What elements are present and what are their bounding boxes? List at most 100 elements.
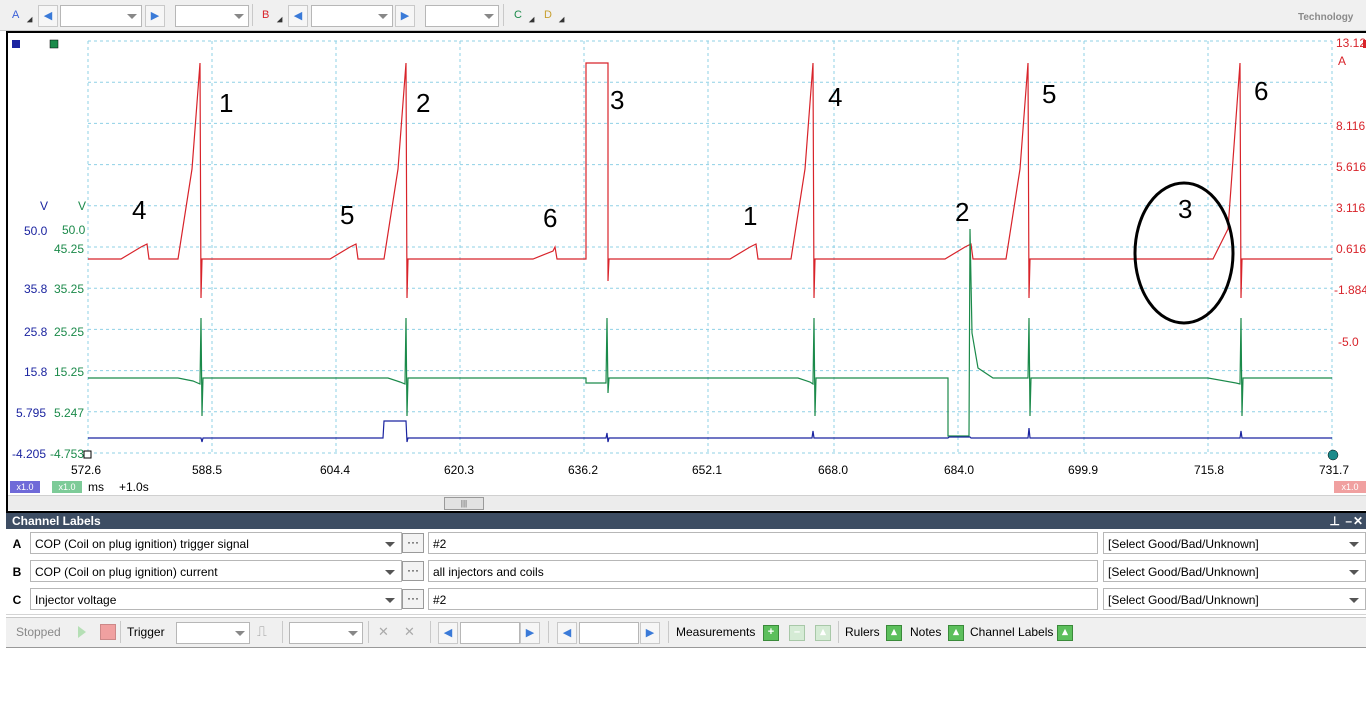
axis-a-tick: 13.12 bbox=[1336, 36, 1366, 50]
channel-a-button[interactable]: A bbox=[8, 4, 36, 26]
more-options-button[interactable]: ··· bbox=[402, 561, 424, 581]
time-tick: 620.3 bbox=[444, 463, 475, 477]
channel-name-select[interactable]: COP (Coil on plug ignition) current bbox=[30, 560, 402, 582]
axis-blue-unit: V bbox=[40, 199, 49, 213]
channel-label-row: A COP (Coil on plug ignition) trigger si… bbox=[6, 530, 1366, 559]
channel-labels-title: Channel Labels bbox=[12, 514, 101, 528]
add-measurement-icon[interactable]: + bbox=[763, 625, 779, 641]
delay-field[interactable] bbox=[579, 622, 639, 644]
trigger-mode-select[interactable] bbox=[176, 622, 250, 644]
channel-name-select[interactable]: Injector voltage bbox=[30, 588, 402, 610]
trigger-edge-icon[interactable]: ⎍ bbox=[257, 623, 267, 640]
axis-green-tick: -4.753 bbox=[50, 447, 85, 461]
firing-label: 1 bbox=[219, 88, 234, 118]
status-select[interactable]: [Select Good/Bad/Unknown] bbox=[1103, 560, 1366, 582]
delay-next-button[interactable]: ▶ bbox=[640, 622, 660, 644]
firing-label: 4 bbox=[828, 82, 843, 112]
rulers-toggle-icon[interactable]: ▴ bbox=[886, 625, 902, 641]
toolbar-separator bbox=[252, 4, 253, 26]
channel-note-field[interactable]: all injectors and coils bbox=[428, 560, 1098, 582]
time-tick: 684.0 bbox=[944, 463, 975, 477]
axis-a-tick: 8.116 bbox=[1336, 119, 1366, 133]
channel-a-coupling-select[interactable] bbox=[175, 5, 249, 27]
axis-a-tick: 3.116 bbox=[1336, 201, 1366, 215]
trigger-marker bbox=[1327, 449, 1339, 461]
channel-b-trace bbox=[88, 228, 1332, 437]
pre-trigger-next-button[interactable]: ▶ bbox=[520, 622, 540, 644]
edit-measurement-icon[interactable]: ▴ bbox=[815, 625, 831, 641]
stop-icon[interactable] bbox=[100, 624, 116, 640]
time-offset: +1.0s bbox=[119, 480, 149, 494]
pre-trigger-prev-button[interactable]: ◀ bbox=[438, 622, 458, 644]
falling-edge-icon[interactable]: ✕ bbox=[404, 624, 415, 640]
axis-green-tick: 15.25 bbox=[54, 365, 85, 379]
measurements-label: Measurements bbox=[676, 625, 756, 639]
channel-c-trace bbox=[88, 420, 1332, 443]
channel-b-zoom-badge[interactable]: x1.0 bbox=[52, 481, 82, 493]
channel-name-value: COP (Coil on plug ignition) current bbox=[35, 565, 218, 579]
channel-a-zoom-badge[interactable]: x1.0 bbox=[1334, 481, 1366, 493]
channel-d-label: D bbox=[544, 9, 552, 21]
minimize-icon[interactable]: – bbox=[1345, 513, 1352, 529]
channel-name-select[interactable]: COP (Coil on plug ignition) trigger sign… bbox=[30, 532, 402, 554]
horizontal-scrollbar[interactable]: ||| bbox=[8, 495, 1366, 510]
axis-blue-tick: 35.8 bbox=[24, 282, 48, 296]
axis-a-tick: 5.616 bbox=[1336, 160, 1366, 174]
trigger-channel-select[interactable] bbox=[289, 622, 363, 644]
axis-blue-tick: 15.8 bbox=[24, 365, 48, 379]
time-tick: 731.7 bbox=[1319, 463, 1350, 477]
rising-edge-icon[interactable]: ✕ bbox=[378, 624, 389, 640]
time-tick: 715.8 bbox=[1194, 463, 1225, 477]
play-icon[interactable] bbox=[78, 626, 86, 638]
pre-trigger-field[interactable] bbox=[460, 622, 520, 644]
toolbar-separator bbox=[668, 621, 669, 643]
channel-b-button[interactable]: B bbox=[258, 4, 286, 26]
origin-marker bbox=[83, 450, 92, 459]
time-tick: 636.2 bbox=[568, 463, 599, 477]
channel-a-prev-button[interactable]: ◀ bbox=[38, 5, 58, 27]
axis-green-tick: 50.0 bbox=[62, 223, 86, 237]
more-options-button[interactable]: ··· bbox=[402, 589, 424, 609]
trigger-label: Trigger bbox=[127, 625, 165, 639]
scope-plot bbox=[12, 39, 1366, 461]
close-icon[interactable]: ✕ bbox=[1353, 513, 1363, 529]
channel-labels-toggle-icon[interactable]: ▴ bbox=[1057, 625, 1073, 641]
channel-d-button[interactable]: D bbox=[540, 4, 568, 26]
firing-label: 5 bbox=[1042, 79, 1057, 109]
channel-a-next-button[interactable]: ▶ bbox=[145, 5, 165, 27]
channel-label-row: B COP (Coil on plug ignition) current ··… bbox=[6, 558, 1366, 587]
more-options-button[interactable]: ··· bbox=[402, 533, 424, 553]
delay-prev-button[interactable]: ◀ bbox=[557, 622, 577, 644]
notes-toggle-icon[interactable]: ▴ bbox=[948, 625, 964, 641]
dwell-label: 4 bbox=[132, 195, 147, 225]
axis-a-unit: A bbox=[1338, 54, 1347, 68]
status-select[interactable]: [Select Good/Bad/Unknown] bbox=[1103, 588, 1366, 610]
axis-blue-tick: 25.8 bbox=[24, 325, 48, 339]
channel-note-field[interactable]: #2 bbox=[428, 588, 1098, 610]
stopped-status: Stopped bbox=[16, 625, 61, 639]
toolbar-separator bbox=[548, 621, 549, 643]
channel-b-prev-button[interactable]: ◀ bbox=[288, 5, 308, 27]
channel-c-marker bbox=[12, 40, 20, 48]
channel-note-field[interactable]: #2 bbox=[428, 532, 1098, 554]
channel-a-range-select[interactable] bbox=[60, 5, 142, 27]
toolbar-separator bbox=[430, 621, 431, 643]
channel-b-next-button[interactable]: ▶ bbox=[395, 5, 415, 27]
scope-grid bbox=[87, 40, 1333, 454]
scope-view[interactable]: V V 50.0 35.8 25.8 15.8 5.795 -4.205 50.… bbox=[6, 31, 1366, 513]
remove-measurement-icon[interactable]: – bbox=[789, 625, 805, 641]
channel-name-value: COP (Coil on plug ignition) trigger sign… bbox=[35, 537, 249, 551]
dwell-label: 2 bbox=[955, 197, 970, 227]
channel-c-zoom-badge[interactable]: x1.0 bbox=[10, 481, 40, 493]
channel-b-range-select[interactable] bbox=[311, 5, 393, 27]
scrollbar-thumb[interactable]: ||| bbox=[444, 497, 484, 510]
firing-label: 6 bbox=[1254, 76, 1269, 106]
pin-icon[interactable]: ⊥ bbox=[1330, 513, 1340, 529]
axis-green-tick: 45.25 bbox=[54, 242, 85, 256]
channel-b-coupling-select[interactable] bbox=[425, 5, 499, 27]
channel-c-button[interactable]: C bbox=[510, 4, 538, 26]
axis-green-unit: V bbox=[78, 199, 87, 213]
status-select[interactable]: [Select Good/Bad/Unknown] bbox=[1103, 532, 1366, 554]
time-tick: 588.5 bbox=[192, 463, 223, 477]
bottom-toolbar: Stopped Trigger ⎍ ✕ ✕ ◀ ▶ ◀ ▶ Measuremen… bbox=[6, 617, 1366, 648]
